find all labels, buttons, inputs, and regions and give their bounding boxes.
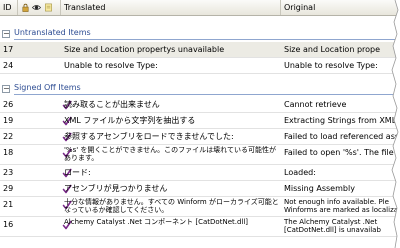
column-header-status-icons[interactable] bbox=[18, 0, 61, 15]
note-icon bbox=[45, 3, 52, 12]
column-header-bar: ID Translated Original bbox=[0, 0, 400, 16]
eye-icon bbox=[32, 5, 41, 10]
table-row[interactable]: 23 ロード: Loaded: bbox=[0, 165, 400, 181]
row-original: Cannot retrieve bbox=[284, 100, 347, 109]
row-id: 26 bbox=[3, 100, 14, 109]
row-translated[interactable]: Size and Location propertys unavailable bbox=[61, 42, 281, 57]
table-row[interactable]: 24 Unable to resolve Type: Unable to res… bbox=[0, 58, 400, 74]
row-translated[interactable]: 読み取ることが出来ません bbox=[61, 97, 281, 112]
row-original: Unable to resolve Type: bbox=[284, 61, 378, 70]
row-translated[interactable]: '%s' を開くことができません。このファイルは壊れている可能性があります。 bbox=[61, 145, 281, 164]
row-id: 18 bbox=[3, 148, 14, 157]
collapse-icon[interactable]: − bbox=[2, 30, 10, 38]
row-original: The Alchemy Catalyst .Net [CatDotNet.dll… bbox=[284, 218, 381, 234]
row-id: 23 bbox=[3, 168, 14, 177]
table-row[interactable]: 19 XML ファイルから文字列を抽出する Extracting Strings… bbox=[0, 113, 400, 129]
section-signed-off[interactable]: − Signed Off Items bbox=[0, 81, 400, 97]
lock-icon bbox=[22, 3, 29, 12]
row-translated[interactable]: ロード: bbox=[61, 165, 281, 180]
column-header-original[interactable]: Original bbox=[281, 0, 400, 15]
row-translated[interactable]: XML ファイルから文字列を抽出する bbox=[61, 113, 281, 128]
section-divider bbox=[14, 94, 400, 95]
row-id: 24 bbox=[3, 61, 14, 70]
row-original: Loaded: bbox=[284, 168, 316, 177]
row-id: 29 bbox=[3, 184, 14, 193]
table-row[interactable]: 17 Size and Location propertys unavailab… bbox=[0, 42, 400, 58]
row-original: Size and Location prope bbox=[284, 45, 381, 54]
row-original: Missing Assembly bbox=[284, 184, 355, 193]
table-row[interactable]: 26 読み取ることが出来ません Cannot retrieve bbox=[0, 97, 400, 113]
row-id: 17 bbox=[3, 45, 14, 54]
row-original: Failed to open '%s'. The file r bbox=[284, 148, 400, 157]
collapse-icon[interactable]: − bbox=[2, 85, 10, 93]
row-id: 16 bbox=[3, 220, 14, 229]
column-header-translated[interactable]: Translated bbox=[61, 0, 281, 15]
row-id: 19 bbox=[3, 116, 14, 125]
row-translated[interactable]: 参照するアセンブリをロードできませんでした: bbox=[61, 129, 281, 144]
row-original: Failed to load referenced asse bbox=[284, 132, 400, 141]
row-translated[interactable]: アセンブリが見つかりません bbox=[61, 181, 281, 196]
row-original: Extracting Strings from XML F bbox=[284, 116, 400, 125]
section-title: Signed Off Items bbox=[14, 83, 81, 92]
table-row[interactable]: 21 十分な情報がありません。すべての Winform がローカライズ可能となっ… bbox=[0, 197, 400, 217]
row-translated[interactable]: Alchemy Catalyst .Net コンポーネント [CatDotNet… bbox=[61, 217, 281, 236]
table-row[interactable]: 22 参照するアセンブリをロードできませんでした: Failed to load… bbox=[0, 129, 400, 145]
table-row[interactable]: 29 アセンブリが見つかりません Missing Assembly bbox=[0, 181, 400, 197]
row-id: 22 bbox=[3, 132, 14, 141]
table-row[interactable]: 16 Alchemy Catalyst .Net コンポーネント [CatDot… bbox=[0, 217, 400, 237]
row-translated[interactable]: 十分な情報がありません。すべての Winform がローカライズ可能となっている… bbox=[61, 197, 281, 216]
string-grid: ID Translated Original − Untranslated It… bbox=[0, 0, 400, 248]
row-id: 21 bbox=[3, 200, 14, 209]
torn-edge bbox=[391, 0, 400, 248]
section-divider bbox=[14, 39, 400, 40]
row-original: Not enough info available. Ple Winforms … bbox=[284, 198, 399, 214]
column-header-id[interactable]: ID bbox=[0, 0, 18, 15]
row-translated[interactable]: Unable to resolve Type: bbox=[61, 58, 281, 73]
table-row[interactable]: 18 '%s' を開くことができません。このファイルは壊れている可能性があります… bbox=[0, 145, 400, 165]
section-title: Untranslated Items bbox=[14, 28, 91, 37]
section-untranslated[interactable]: − Untranslated Items bbox=[0, 26, 400, 42]
